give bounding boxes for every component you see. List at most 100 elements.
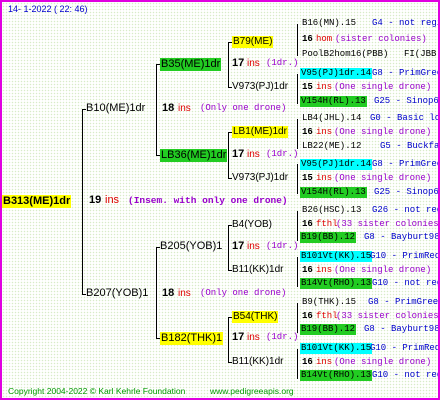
queen-b4[interactable]: B4(YOB) (232, 220, 272, 230)
connector (297, 303, 298, 333)
queen-b19[interactable]: B19(BB).12 (300, 324, 357, 335)
ins-count: 18 (162, 287, 175, 299)
queen-poolb2[interactable]: PoolB2hom16(PBB) (302, 50, 388, 59)
lineage-extra: FI(JBB (404, 49, 437, 59)
connector (228, 132, 229, 179)
ins-word: ins (316, 127, 333, 137)
ins-word: ins (316, 357, 333, 367)
queen-b26[interactable]: B26(HSC).13 (302, 206, 361, 215)
queen-b14vt[interactable]: B14Vt(RHO).13 (300, 370, 373, 381)
queen-b54[interactable]: B54(THK) (232, 311, 279, 323)
ins-note: (One single drone) (334, 265, 432, 275)
queen-b101vt[interactable]: B101Vt(KK).15 (300, 251, 373, 262)
ins-word: fthl (316, 311, 338, 321)
copyright: Copyright 2004-2022 © Karl Kehrle Founda… (8, 386, 186, 396)
queen-b9[interactable]: B9(THK).15 (302, 298, 356, 307)
root-queen[interactable]: B313(ME)1dr (2, 195, 72, 208)
ins-note: (One single drone) (334, 357, 432, 367)
lineage-info: G8 - PrimGreen00 (368, 297, 439, 307)
site-link[interactable]: www.pedigreeapis.org (210, 387, 294, 396)
connector (297, 74, 298, 104)
queen-b79[interactable]: B79(ME) (232, 36, 274, 48)
ins-count: 16 (302, 34, 313, 44)
root-note: (Insem. with only one drone) (128, 195, 288, 206)
lineage-info: G8 - Bayburt98-3 (364, 324, 440, 334)
queen-v154h[interactable]: V154H(RL).13 (300, 96, 367, 107)
ins-count: 17 (232, 331, 245, 343)
ins-count: 16 (302, 357, 313, 367)
queen-lb1[interactable]: LB1(ME)1dr (232, 126, 288, 138)
queen-b16[interactable]: B16(MN).15 (302, 19, 356, 28)
lineage-info: G0 - Basic local (370, 113, 440, 123)
connector (156, 247, 157, 339)
connector (297, 349, 298, 379)
lineage-info: G25 - Sinop62R (374, 96, 439, 106)
ins-word: ins (247, 241, 260, 252)
pedigree-chart: 14- 1-2022 ( 22: 46) B313(ME)1dr 19 ins … (0, 0, 440, 400)
lineage-info: G10 - not registe (372, 278, 438, 288)
ins-word: fthl (316, 219, 338, 229)
ins-word: ins (247, 58, 260, 69)
queen-v95[interactable]: V95(PJ)1dr.14 (300, 159, 373, 170)
queen-b182[interactable]: B182(THK)1 (160, 332, 224, 345)
connector (228, 225, 229, 271)
queen-v973[interactable]: V973(PJ)1dr (232, 173, 288, 183)
lineage-info: G8 - Bayburt98-3 (364, 232, 440, 242)
root-ins-count: 19 (89, 194, 102, 206)
connector (156, 64, 157, 156)
ins-word: hom (316, 34, 333, 44)
queen-b10[interactable]: B10(ME)1dr (86, 103, 145, 114)
ins-note: (1dr.) (266, 241, 299, 251)
queen-v973[interactable]: V973(PJ)1dr (232, 82, 288, 92)
connector (228, 317, 229, 363)
connector (297, 211, 298, 241)
queen-lb36[interactable]: LB36(ME)1dr (160, 149, 228, 162)
lineage-info: G25 - Sinop62R (374, 187, 439, 197)
lineage-info: G10 - PrimRed01 (370, 251, 440, 261)
lineage-info: G10 - not registe (372, 370, 438, 380)
ins-note: (33 sister colonies) (336, 311, 440, 321)
queen-b101vt[interactable]: B101Vt(KK).15 (300, 343, 373, 354)
ins-word: ins (316, 173, 333, 183)
ins-note: (One single drone) (334, 173, 432, 183)
ins-word: ins (316, 265, 333, 275)
ins-word: ins (178, 288, 191, 299)
queen-b11[interactable]: B11(KK)1dr (232, 265, 284, 275)
ins-note: (1dr.) (266, 149, 299, 159)
lineage-info: G8 - PrimGreen00 (372, 159, 438, 169)
ins-note: (Only one drone) (200, 103, 287, 113)
queen-v95[interactable]: V95(PJ)1dr.14 (300, 68, 373, 79)
queen-b14vt[interactable]: B14Vt(RHO).13 (300, 278, 373, 289)
connector (82, 109, 83, 295)
ins-note: (One single drone) (334, 127, 432, 137)
ins-count: 16 (302, 219, 313, 229)
timestamp: 14- 1-2022 ( 22: 46) (8, 4, 88, 14)
connector (297, 164, 298, 194)
lineage-info: G8 - PrimGreen00 (372, 68, 438, 78)
ins-note: (33 sister colonies) (336, 219, 440, 229)
ins-count: 16 (302, 127, 313, 137)
ins-word: ins (247, 332, 260, 343)
ins-note: (Only one drone) (200, 288, 287, 298)
queen-lb22[interactable]: LB22(ME).12 (302, 142, 361, 151)
queen-b35[interactable]: B35(ME)1dr (160, 58, 222, 71)
queen-v154h[interactable]: V154H(RL).13 (300, 187, 367, 198)
ins-word: ins (247, 149, 260, 160)
ins-count: 17 (232, 240, 245, 252)
ins-count: 18 (162, 102, 175, 114)
queen-lb4[interactable]: LB4(JHL).14 (302, 114, 361, 123)
root-ins-word: ins (105, 194, 120, 206)
ins-note: (sister colonies) (335, 34, 427, 44)
queen-b205[interactable]: B205(YOB)1 (160, 241, 222, 252)
queen-b11[interactable]: B11(KK)1dr (232, 357, 284, 367)
ins-count: 17 (232, 57, 245, 69)
ins-count: 15 (302, 82, 313, 92)
queen-b19[interactable]: B19(BB).12 (300, 232, 357, 243)
lineage-info: G5 - Buckfast (380, 141, 440, 151)
connector (228, 42, 229, 88)
connector (297, 24, 298, 56)
ins-word: ins (316, 82, 333, 92)
connector (297, 257, 298, 287)
ins-count: 16 (302, 311, 313, 321)
queen-b207[interactable]: B207(YOB)1 (86, 288, 148, 299)
